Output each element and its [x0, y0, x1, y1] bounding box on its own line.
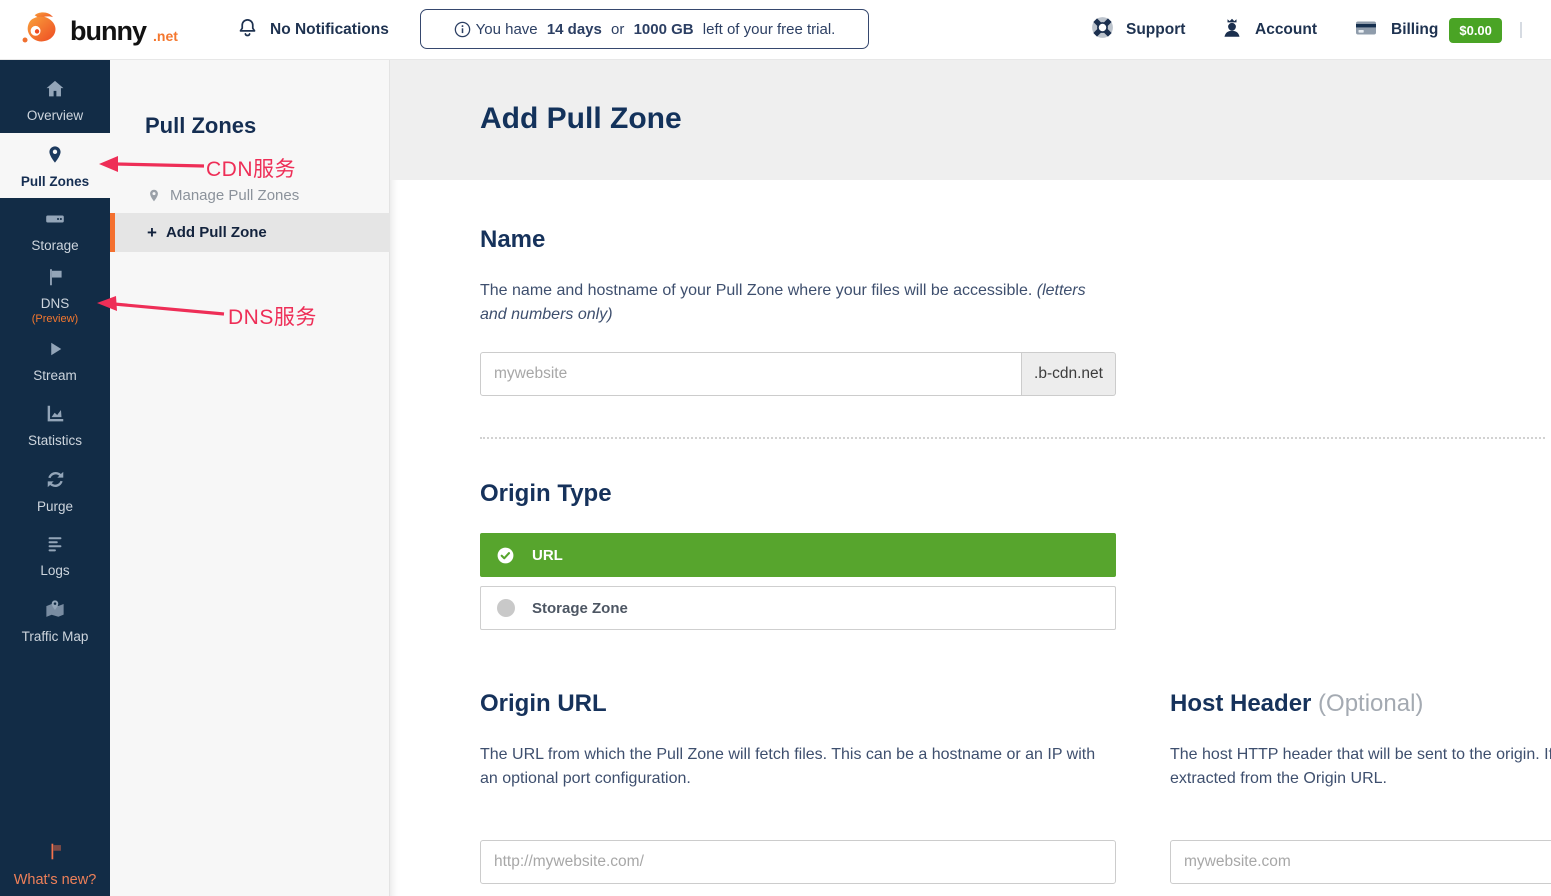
- sidebar-item-statistics[interactable]: Statistics: [0, 393, 110, 458]
- main-sidebar: Overview Pull Zones Storage DNS (Preview…: [0, 60, 110, 896]
- sidebar-item-storage[interactable]: Storage: [0, 198, 110, 263]
- support-button[interactable]: Support: [1090, 0, 1185, 60]
- origin-type-url-label: URL: [532, 547, 563, 564]
- trial-text-mid: or: [607, 21, 629, 38]
- header-divider: [1520, 22, 1522, 38]
- sidebar-item-label: Pull Zones: [21, 175, 89, 189]
- add-pull-zone-item[interactable]: + Add Pull Zone: [110, 213, 390, 252]
- bunny-logo-icon: [20, 7, 64, 56]
- name-input-group: .b-cdn.net: [480, 352, 1116, 396]
- sidebar-item-pull-zones[interactable]: Pull Zones: [0, 133, 110, 198]
- map-pin-icon: [45, 143, 65, 171]
- account-icon: [1220, 16, 1244, 45]
- origin-url-description: The URL from which the Pull Zone will fe…: [480, 743, 1112, 791]
- origin-url-input-group: [480, 840, 1116, 884]
- origin-type-heading: Origin Type: [480, 480, 612, 508]
- whats-new-label: What's new?: [14, 872, 97, 888]
- flag-icon: [44, 840, 66, 867]
- add-pull-zone-label: Add Pull Zone: [166, 224, 267, 241]
- main-content: Add Pull Zone Name The name and hostname…: [390, 60, 1551, 896]
- manage-pull-zones-label: Manage Pull Zones: [170, 187, 299, 204]
- map-icon: [43, 598, 67, 626]
- host-header-input-group: [1170, 840, 1551, 884]
- plus-icon: +: [147, 223, 157, 243]
- origin-type-storage-label: Storage Zone: [532, 600, 628, 617]
- host-header-input[interactable]: [1170, 840, 1551, 884]
- pull-zones-panel: Pull Zones Manage Pull Zones + Add Pull …: [110, 60, 390, 896]
- sidebar-item-label: Stream: [33, 369, 77, 383]
- billing-balance-badge[interactable]: $0.00: [1449, 18, 1502, 43]
- panel-title: Pull Zones: [145, 113, 256, 139]
- sidebar-item-label: Purge: [37, 500, 73, 514]
- name-input[interactable]: [480, 352, 1022, 396]
- whats-new-button[interactable]: What's new?: [0, 840, 110, 888]
- trial-text-pre: You have: [476, 21, 542, 38]
- section-divider: [480, 437, 1545, 439]
- credit-card-icon: [1352, 16, 1380, 45]
- billing-label: Billing: [1391, 21, 1438, 39]
- host-header-heading-text: Host Header: [1170, 690, 1311, 717]
- home-icon: [43, 78, 67, 105]
- area-chart-icon: [43, 403, 67, 430]
- radio-unselected-icon: [497, 599, 515, 617]
- trial-gb: 1000 GB: [634, 21, 694, 38]
- check-circle-icon: [496, 546, 515, 565]
- trial-banner: You have 14 days or 1000 GB left of your…: [420, 9, 869, 49]
- list-icon: [44, 533, 66, 560]
- notifications-button[interactable]: No Notifications: [236, 0, 389, 60]
- host-header-optional-label: (Optional): [1311, 690, 1423, 717]
- dns-flag-icon: [44, 266, 66, 293]
- origin-url-input[interactable]: [480, 840, 1116, 884]
- sidebar-item-label: Overview: [27, 109, 83, 123]
- sidebar-item-label: Storage: [31, 239, 78, 253]
- name-domain-suffix: .b-cdn.net: [1022, 352, 1116, 396]
- sidebar-item-purge[interactable]: Purge: [0, 458, 110, 523]
- account-button[interactable]: Account: [1220, 0, 1317, 60]
- top-header: bunny .net No Notifications You have 14 …: [0, 0, 1551, 60]
- map-pin-icon: [147, 187, 161, 204]
- billing-button[interactable]: Billing $0.00: [1352, 0, 1502, 60]
- life-ring-icon: [1090, 15, 1115, 45]
- info-icon: [454, 21, 471, 38]
- sidebar-item-label: Statistics: [28, 434, 82, 448]
- play-icon: [45, 338, 65, 365]
- origin-url-heading: Origin URL: [480, 690, 607, 718]
- refresh-icon: [44, 468, 67, 496]
- sidebar-item-stream[interactable]: Stream: [0, 328, 110, 393]
- origin-type-url-option[interactable]: URL: [480, 533, 1116, 577]
- name-description: The name and hostname of your Pull Zone …: [480, 279, 1112, 327]
- host-header-description: The host HTTP header that will be sent t…: [1170, 743, 1551, 791]
- sidebar-item-label: Logs: [40, 564, 69, 578]
- sidebar-item-sublabel: (Preview): [32, 314, 78, 325]
- host-header-heading: Host Header (Optional): [1170, 690, 1423, 718]
- name-description-text: The name and hostname of your Pull Zone …: [480, 282, 1037, 299]
- sidebar-item-label: Traffic Map: [22, 630, 89, 644]
- support-label: Support: [1126, 21, 1185, 39]
- brand-tld: .net: [153, 28, 178, 44]
- bell-icon: [236, 16, 259, 45]
- origin-type-storage-option[interactable]: Storage Zone: [480, 586, 1116, 630]
- trial-text-post: left of your free trial.: [699, 21, 836, 38]
- sidebar-item-traffic-map[interactable]: Traffic Map: [0, 588, 110, 653]
- sidebar-item-overview[interactable]: Overview: [0, 68, 110, 133]
- notifications-label: No Notifications: [270, 21, 389, 39]
- server-icon: [42, 208, 68, 235]
- sidebar-item-label: DNS: [41, 297, 70, 311]
- bunnynet-logo[interactable]: bunny .net: [20, 7, 178, 56]
- manage-pull-zones-item[interactable]: Manage Pull Zones: [110, 178, 390, 212]
- name-heading: Name: [480, 226, 545, 254]
- brand-name: bunny: [70, 16, 146, 47]
- page-title: Add Pull Zone: [480, 102, 682, 136]
- page-header-band: Add Pull Zone: [390, 60, 1551, 180]
- sidebar-item-logs[interactable]: Logs: [0, 523, 110, 588]
- sidebar-item-dns[interactable]: DNS (Preview): [0, 263, 110, 328]
- account-label: Account: [1255, 21, 1317, 39]
- trial-days: 14 days: [547, 21, 602, 38]
